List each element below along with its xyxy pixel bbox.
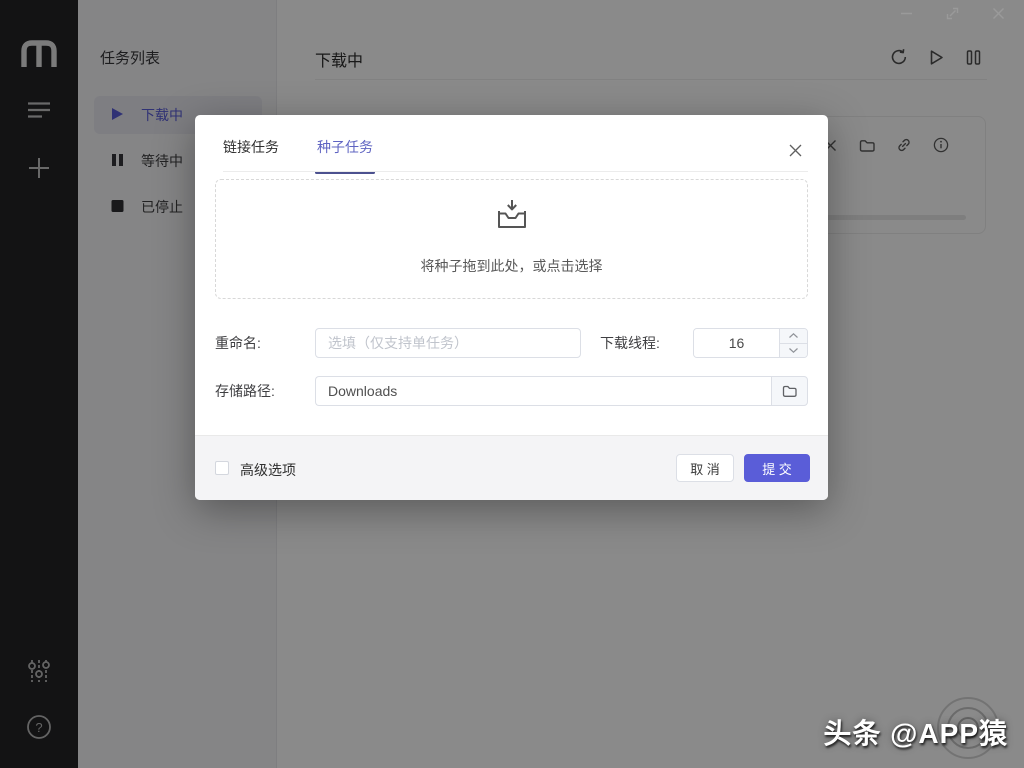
threads-input[interactable] bbox=[694, 329, 779, 357]
threads-label: 下载线程: bbox=[600, 328, 660, 358]
window-controls bbox=[900, 7, 1005, 25]
stepper-down-icon[interactable] bbox=[780, 343, 807, 358]
dialog-tabs: 链接任务 种子任务 bbox=[223, 137, 411, 174]
stepper-up-icon[interactable] bbox=[780, 329, 807, 343]
path-input[interactable] bbox=[315, 376, 771, 406]
app-window: ? 任务列表 下载中 等待中 已停止 bbox=[0, 0, 1024, 768]
dialog-footer: 高级选项 取 消 提 交 bbox=[195, 435, 828, 500]
minimize-icon[interactable] bbox=[900, 7, 913, 25]
path-input-group bbox=[315, 376, 808, 406]
browse-folder-button[interactable] bbox=[771, 376, 808, 406]
folder-icon bbox=[782, 384, 797, 398]
tabs-divider bbox=[223, 171, 808, 172]
dropzone-hint: 将种子拖到此处，或点击选择 bbox=[216, 256, 807, 276]
tab-link-task[interactable]: 链接任务 bbox=[223, 137, 279, 174]
cancel-button[interactable]: 取 消 bbox=[676, 454, 734, 482]
stepper-buttons bbox=[779, 329, 807, 357]
advanced-options-label: 高级选项 bbox=[240, 460, 296, 480]
torrent-inbox-icon bbox=[494, 197, 530, 236]
advanced-options-checkbox[interactable] bbox=[215, 461, 229, 475]
threads-stepper bbox=[693, 328, 808, 358]
watermark-text: 头条 @APP猿 bbox=[823, 712, 1008, 752]
maximize-icon[interactable] bbox=[946, 7, 959, 25]
rename-input[interactable] bbox=[315, 328, 581, 358]
torrent-dropzone[interactable]: 将种子拖到此处，或点击选择 bbox=[215, 179, 808, 299]
add-task-dialog: 链接任务 种子任务 将种子拖到此处，或点击选择 重命名: 下载线程: bbox=[195, 115, 828, 500]
close-window-icon[interactable] bbox=[992, 7, 1005, 25]
rename-label: 重命名: bbox=[215, 328, 261, 358]
path-label: 存储路径: bbox=[215, 376, 275, 406]
dialog-close-icon[interactable] bbox=[788, 143, 803, 163]
tab-torrent-task[interactable]: 种子任务 bbox=[317, 137, 373, 174]
submit-button[interactable]: 提 交 bbox=[744, 454, 810, 482]
